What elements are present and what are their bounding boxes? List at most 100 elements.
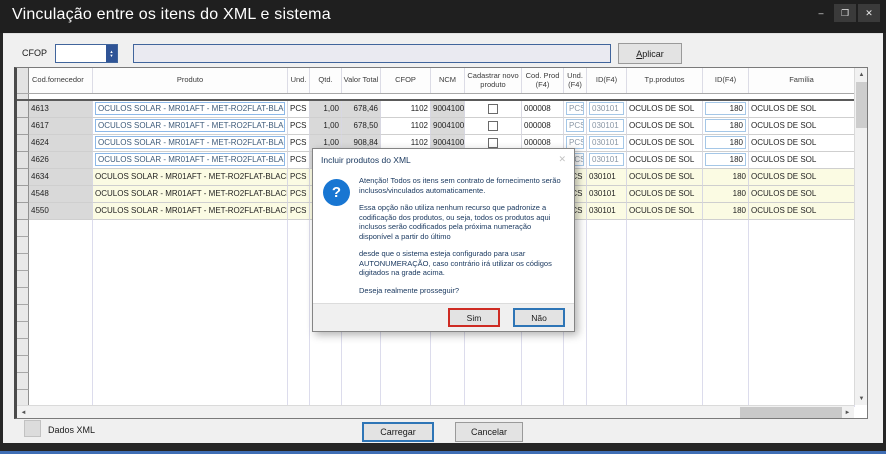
horizontal-scroll-thumb[interactable] — [740, 407, 842, 418]
empty-cell — [465, 339, 522, 356]
grid-select-all — [17, 68, 29, 93]
empty-cell — [703, 305, 749, 322]
no-button[interactable]: Não — [513, 308, 565, 327]
new-product-checkbox[interactable] — [488, 138, 498, 148]
cell-undf4: PCS — [564, 118, 587, 135]
empty-cell — [703, 254, 749, 271]
column-header-und[interactable]: Und. — [288, 68, 310, 93]
empty-cell — [749, 373, 855, 390]
load-button[interactable]: Carregar — [362, 422, 434, 442]
close-button[interactable]: ✕ — [858, 4, 880, 22]
empty-cell — [288, 271, 310, 288]
restore-button[interactable]: ❐ — [834, 4, 856, 22]
empty-cell — [29, 339, 93, 356]
cell-id2: 180 — [703, 152, 749, 169]
scroll-right-icon[interactable]: ► — [841, 406, 854, 419]
column-header-id2[interactable]: ID(F4) — [703, 68, 749, 93]
unit-f4-input[interactable]: PCS — [566, 119, 584, 132]
apply-button[interactable]: Aplicar — [618, 43, 682, 64]
cell-und: PCS — [288, 152, 310, 169]
empty-cell — [381, 339, 431, 356]
id-f4-input[interactable]: 030101 — [589, 102, 624, 115]
empty-cell — [587, 237, 627, 254]
empty-cell — [703, 339, 749, 356]
cell-idf4: 030101 — [587, 169, 627, 186]
id-f4-input[interactable]: 030101 — [589, 119, 624, 132]
row-selector[interactable] — [17, 203, 29, 220]
new-product-checkbox[interactable] — [488, 121, 498, 131]
column-header-idf4[interactable]: ID(F4) — [587, 68, 627, 93]
scroll-left-icon[interactable]: ◄ — [17, 406, 30, 419]
family-id-input[interactable]: 180 — [705, 119, 746, 132]
new-product-checkbox[interactable] — [488, 104, 498, 114]
cfop-description-field[interactable] — [133, 44, 611, 63]
cell-fam: OCULOS DE SOL — [749, 186, 855, 203]
row-selector[interactable] — [17, 186, 29, 203]
column-header-fam[interactable]: Família — [749, 68, 855, 93]
row-selector[interactable] — [17, 118, 29, 135]
unit-f4-input[interactable]: PCS — [566, 102, 584, 115]
row-selector — [17, 339, 29, 356]
row-selector[interactable] — [17, 169, 29, 186]
cell-fam: OCULOS DE SOL — [749, 169, 855, 186]
cell-cfop: 1102 — [381, 101, 431, 118]
cell-idf4: 030101 — [587, 101, 627, 118]
empty-cell — [431, 356, 465, 373]
dialog-close-icon[interactable]: ✕ — [558, 154, 566, 165]
column-header-chk[interactable]: Cadastrar novo produto — [465, 68, 522, 93]
scroll-up-icon[interactable]: ▲ — [855, 68, 868, 81]
cell-produto: OCULOS SOLAR - MR01AFT - MET-RO2FLAT-BLA… — [93, 203, 288, 220]
empty-cell — [703, 322, 749, 339]
cancel-button[interactable]: Cancelar — [455, 422, 523, 442]
column-header-cod[interactable]: Cod.fornecedor — [29, 68, 93, 93]
empty-cell — [627, 356, 703, 373]
empty-cell — [587, 271, 627, 288]
scroll-down-icon[interactable]: ▼ — [855, 392, 868, 405]
vertical-scrollbar[interactable]: ▲ ▼ — [854, 68, 867, 405]
column-header-produto[interactable]: Produto — [93, 68, 288, 93]
empty-cell — [627, 237, 703, 254]
row-selector[interactable] — [17, 101, 29, 118]
product-input[interactable]: OCULOS SOLAR - MR01AFT - MET-RO2FLAT-BLA… — [95, 136, 285, 149]
id-f4-input[interactable]: 030101 — [589, 153, 624, 166]
empty-cell — [93, 237, 288, 254]
empty-cell — [587, 339, 627, 356]
vertical-scroll-thumb[interactable] — [856, 82, 867, 128]
empty-cell — [703, 271, 749, 288]
row-selector — [17, 305, 29, 322]
cell-id2: 180 — [703, 101, 749, 118]
cell-fam: OCULOS DE SOL — [749, 135, 855, 152]
column-header-codprod[interactable]: Cod. Prod (F4) — [522, 68, 564, 93]
row-selector[interactable] — [17, 152, 29, 169]
minimize-button[interactable]: – — [810, 4, 832, 22]
horizontal-scrollbar[interactable]: ◄ ► — [17, 405, 854, 418]
grid-header-row: Cod.fornecedorProdutoUnd.Qtd.Valor Total… — [17, 68, 867, 94]
empty-cell — [587, 373, 627, 390]
row-selector[interactable] — [17, 135, 29, 152]
table-row: 4613OCULOS SOLAR - MR01AFT - MET-RO2FLAT… — [17, 101, 867, 118]
column-header-ncm[interactable]: NCM — [431, 68, 465, 93]
family-id-input[interactable]: 180 — [705, 153, 746, 166]
cfop-input[interactable]: ▲▼ — [55, 44, 118, 63]
column-header-qtd[interactable]: Qtd. — [310, 68, 342, 93]
cell-cod: 4548 — [29, 186, 93, 203]
yes-button[interactable]: Sim — [448, 308, 500, 327]
cell-produto: OCULOS SOLAR - MR01AFT - MET-RO2FLAT-BLA… — [93, 135, 288, 152]
product-input[interactable]: OCULOS SOLAR - MR01AFT - MET-RO2FLAT-BLA… — [95, 102, 285, 115]
cell-cod: 4550 — [29, 203, 93, 220]
family-id-input[interactable]: 180 — [705, 102, 746, 115]
column-header-cfop[interactable]: CFOP — [381, 68, 431, 93]
column-header-tp[interactable]: Tp.produtos — [627, 68, 703, 93]
row-selector — [17, 356, 29, 373]
cell-idf4: 030101 — [587, 118, 627, 135]
family-id-input[interactable]: 180 — [705, 136, 746, 149]
id-f4-input[interactable]: 030101 — [589, 136, 624, 149]
cfop-lookup-spinner-icon[interactable]: ▲▼ — [106, 45, 117, 62]
empty-cell — [749, 237, 855, 254]
product-input[interactable]: OCULOS SOLAR - MR01AFT - MET-RO2FLAT-BLA… — [95, 153, 285, 166]
column-header-undf4[interactable]: Und. (F4) — [564, 68, 587, 93]
column-header-valor[interactable]: Valor Total — [342, 68, 381, 93]
empty-cell — [564, 373, 587, 390]
empty-cell — [342, 339, 381, 356]
product-input[interactable]: OCULOS SOLAR - MR01AFT - MET-RO2FLAT-BLA… — [95, 119, 285, 132]
